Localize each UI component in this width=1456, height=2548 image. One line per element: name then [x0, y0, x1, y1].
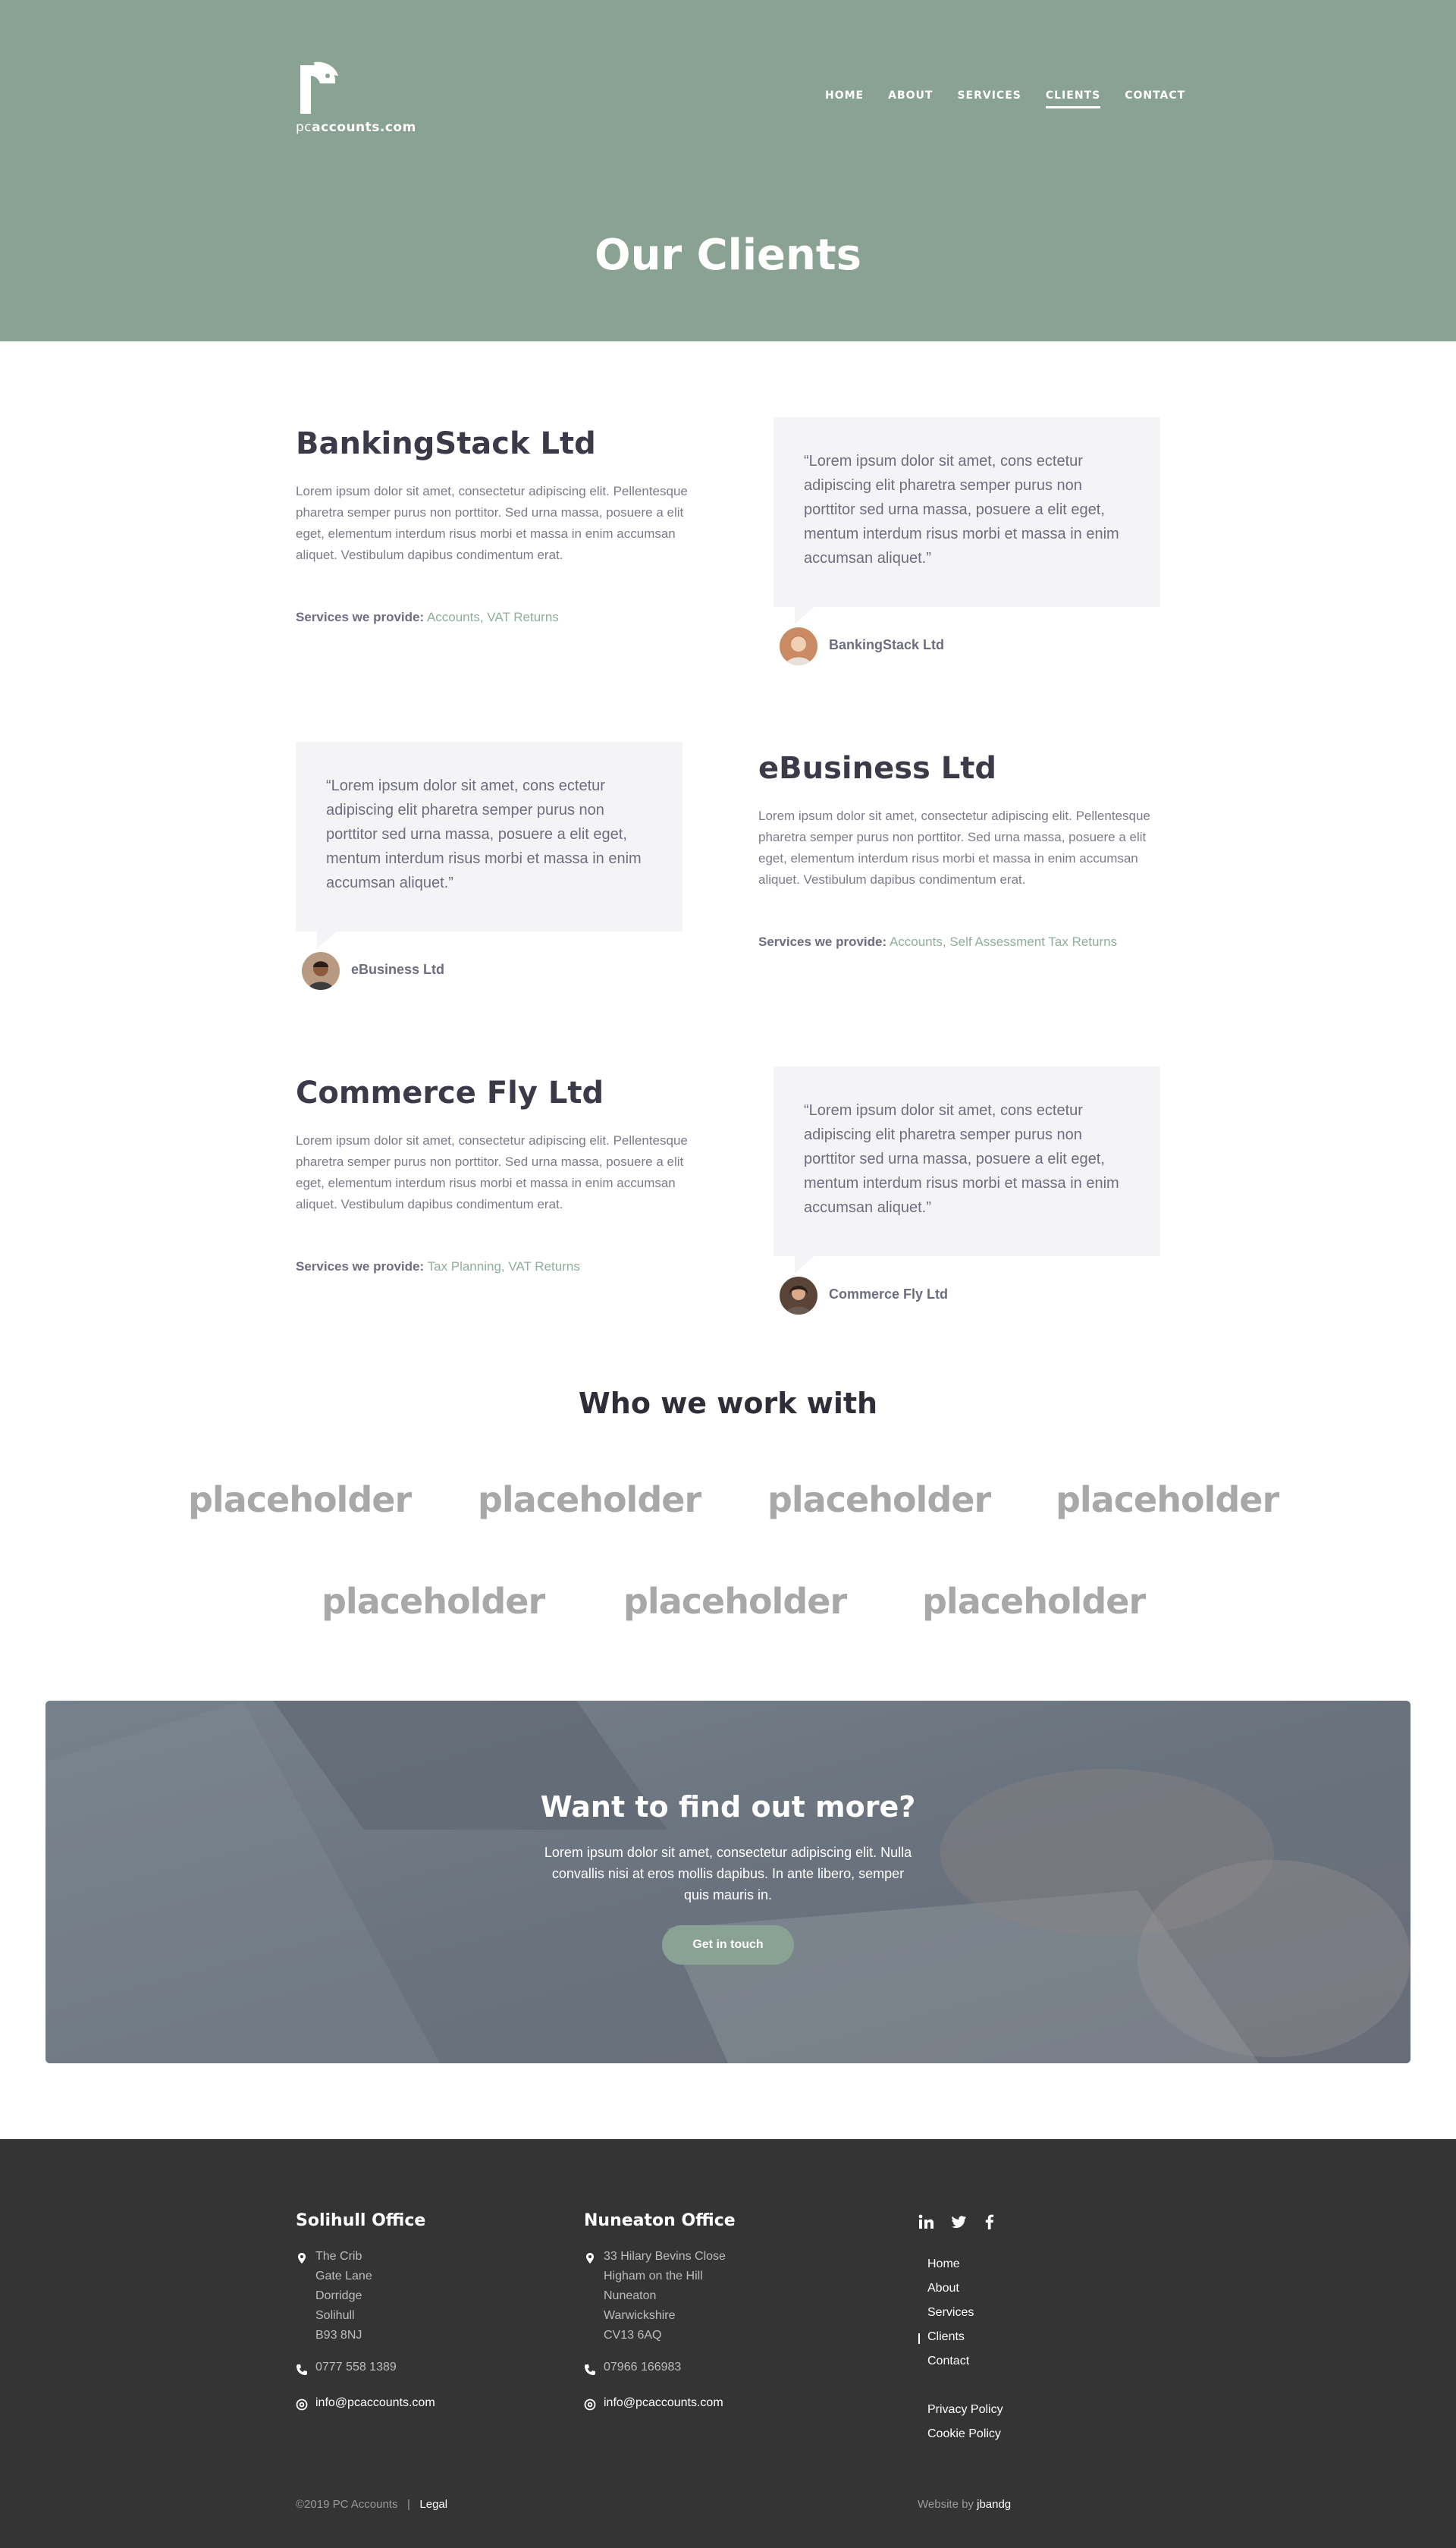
testimonial-author: Commerce Fly Ltd — [829, 1287, 949, 1302]
nav-item-services[interactable]: SERVICES — [957, 90, 1021, 108]
hero-header: pcaccounts.com HOME ABOUT SERVICES CLIEN… — [0, 0, 1456, 341]
footer-link-contact[interactable]: Contact — [927, 2355, 969, 2368]
credit-link[interactable]: jbandg — [977, 2498, 1011, 2511]
solihull-address: The Crib Gate Lane Dorridge Solihull B93… — [315, 2250, 372, 2342]
site-credit: Website by jbandg — [918, 2498, 1011, 2511]
main-nav: HOME ABOUT SERVICES CLIENTS CONTACT — [825, 90, 1185, 108]
client-description: Lorem ipsum dolor sit amet, consectetur … — [758, 809, 1150, 887]
partners-title: Who we work with — [578, 1387, 878, 1420]
services-list[interactable]: Accounts, Self Assessment Tax Returns — [890, 935, 1117, 949]
site-footer — [0, 2139, 1456, 2548]
solihull-email[interactable]: info@pcaccounts.com — [315, 2396, 435, 2410]
phone-icon — [585, 2364, 595, 2375]
client-name: Commerce Fly Ltd — [296, 1076, 604, 1111]
solihull-office-title: Solihull Office — [296, 2211, 426, 2230]
logo-wordmark: pcaccounts.com — [296, 120, 416, 135]
avatar — [302, 952, 340, 990]
services-list[interactable]: Tax Planning, VAT Returns — [428, 1259, 580, 1274]
cta-text: Lorem ipsum dolor sit amet, consectetur … — [544, 1845, 912, 1902]
client-description: Lorem ipsum dolor sit amet, consectetur … — [296, 1133, 688, 1211]
client-description: Lorem ipsum dolor sit amet, consectetur … — [296, 484, 688, 562]
cta-banner: Want to find out more? Lorem ipsum dolor… — [46, 1701, 1410, 2063]
testimonial-author: BankingStack Ltd — [829, 637, 945, 652]
solihull-phone[interactable]: 0777 558 1389 — [315, 2361, 397, 2374]
quote-tail — [317, 932, 337, 948]
client-name: eBusiness Ltd — [758, 751, 997, 786]
nav-item-about[interactable]: ABOUT — [888, 90, 933, 108]
partner-logo[interactable]: placeholder — [472, 1473, 701, 1526]
footer-link-home[interactable]: Home — [927, 2257, 960, 2271]
client-services: Services we provide: Accounts, Self Asse… — [758, 935, 1183, 950]
get-in-touch-button[interactable]: Get in touch — [662, 1925, 794, 1965]
testimonial-quote: “Lorem ipsum dolor sit amet, cons ectetu… — [774, 1067, 1160, 1256]
site-logo[interactable]: pcaccounts.com — [296, 61, 432, 137]
clients-section: BankingStack Ltd Lorem ipsum dolor sit a… — [0, 341, 1456, 1327]
services-label: Services we provide: — [296, 610, 425, 624]
footer-link-privacy-policy[interactable]: Privacy Policy — [927, 2403, 1003, 2417]
legal-link[interactable]: Legal — [419, 2498, 447, 2511]
partner-logo[interactable]: placeholder — [182, 1473, 412, 1526]
facebook-icon[interactable] — [981, 2213, 998, 2230]
cta-title: Want to find out more? — [540, 1790, 916, 1824]
logo-mark-icon — [300, 61, 338, 114]
copyright-line: ©2019 PC Accounts | Legal — [296, 2498, 447, 2511]
avatar — [780, 627, 817, 665]
active-link-marker — [918, 2333, 920, 2344]
footer-link-cookie-policy[interactable]: Cookie Policy — [927, 2427, 1001, 2441]
nav-item-clients[interactable]: CLIENTS — [1045, 90, 1101, 108]
location-pin-icon — [586, 2253, 594, 2264]
partner-logo[interactable]: placeholder — [315, 1575, 545, 1628]
at-sign-icon — [584, 2399, 596, 2411]
nav-item-contact[interactable]: CONTACT — [1125, 90, 1185, 108]
testimonial-author: eBusiness Ltd — [351, 962, 445, 977]
at-sign-icon — [296, 2399, 308, 2411]
nuneaton-email[interactable]: info@pcaccounts.com — [604, 2396, 723, 2410]
linkedin-icon[interactable] — [918, 2213, 934, 2230]
copyright-separator: | — [406, 2498, 410, 2511]
location-pin-icon — [298, 2253, 306, 2264]
footer-link-services[interactable]: Services — [927, 2306, 974, 2320]
services-list[interactable]: Accounts, VAT Returns — [427, 610, 559, 624]
quote-tail — [795, 1256, 814, 1273]
nuneaton-address: 33 Hilary Bevins Close Higham on the Hil… — [604, 2250, 726, 2342]
testimonial-quote: “Lorem ipsum dolor sit amet, cons ectetu… — [296, 742, 682, 932]
footer-link-clients[interactable]: Clients — [927, 2330, 965, 2344]
client-services: Services we provide: Accounts, VAT Retur… — [296, 610, 720, 625]
page-title: Our Clients — [594, 231, 862, 280]
twitter-icon[interactable] — [950, 2213, 967, 2230]
copyright-text: ©2019 PC Accounts — [296, 2498, 398, 2511]
quote-tail — [795, 607, 814, 624]
services-label: Services we provide: — [758, 935, 887, 949]
nav-item-home[interactable]: HOME — [825, 90, 864, 108]
partner-logo[interactable]: placeholder — [761, 1473, 991, 1526]
footer-link-about[interactable]: About — [927, 2282, 959, 2295]
services-label: Services we provide: — [296, 1259, 425, 1274]
nuneaton-office-title: Nuneaton Office — [584, 2211, 736, 2230]
partner-logo[interactable]: placeholder — [617, 1575, 847, 1628]
partner-logo[interactable]: placeholder — [916, 1575, 1146, 1628]
nuneaton-phone[interactable]: 07966 166983 — [604, 2361, 681, 2374]
client-services: Services we provide: Tax Planning, VAT R… — [296, 1259, 720, 1274]
testimonial-quote: “Lorem ipsum dolor sit amet, cons ectetu… — [774, 417, 1160, 607]
phone-icon — [297, 2364, 307, 2375]
client-name: BankingStack Ltd — [296, 426, 596, 461]
avatar — [780, 1277, 817, 1315]
credit-prefix: Website by — [918, 2498, 974, 2511]
partner-logo[interactable]: placeholder — [1050, 1473, 1279, 1526]
